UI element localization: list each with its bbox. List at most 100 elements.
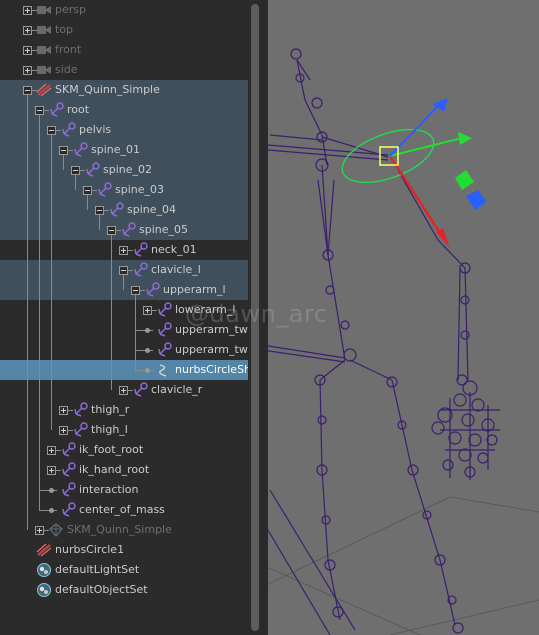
viewport-panel[interactable] bbox=[262, 0, 539, 635]
outliner-row-label: root bbox=[67, 103, 90, 116]
expand-icon[interactable] bbox=[119, 246, 128, 255]
collapse-icon[interactable] bbox=[107, 226, 116, 235]
outliner-row[interactable]: defaultObjectSet bbox=[0, 580, 248, 600]
tree-guide-line bbox=[63, 155, 64, 170]
tree-guide-line bbox=[87, 195, 88, 210]
outliner-row-label: thigh_l bbox=[91, 423, 128, 436]
outliner-row[interactable]: clavicle_l bbox=[0, 260, 248, 280]
tree-guide-line bbox=[39, 115, 40, 510]
outliner-row-label: lowerarm_l bbox=[175, 303, 236, 316]
outliner-row-label: persp bbox=[55, 3, 86, 16]
tree-connector bbox=[135, 370, 153, 371]
scrollbar-thumb[interactable] bbox=[251, 4, 259, 631]
outliner-row-label: defaultObjectSet bbox=[55, 583, 148, 596]
outliner-row[interactable]: spine_02 bbox=[0, 160, 248, 180]
outliner-row[interactable]: spine_01 bbox=[0, 140, 248, 160]
outliner-row-label: front bbox=[55, 43, 82, 56]
curve-shape-icon bbox=[156, 362, 172, 378]
outliner-row[interactable]: SKM_Quinn_Simple bbox=[0, 520, 248, 540]
outliner-row[interactable]: front bbox=[0, 40, 248, 60]
collapse-icon[interactable] bbox=[71, 166, 80, 175]
expand-icon[interactable] bbox=[23, 66, 32, 75]
outliner-row[interactable]: SKM_Quinn_Simple bbox=[0, 80, 248, 100]
tree-guide-line bbox=[27, 95, 28, 530]
outliner-row[interactable]: clavicle_r bbox=[0, 380, 248, 400]
outliner-row[interactable]: pelvis bbox=[0, 120, 248, 140]
collapse-icon[interactable] bbox=[35, 106, 44, 115]
outliner-row-label: spine_03 bbox=[115, 183, 165, 196]
joint-icon bbox=[156, 322, 172, 338]
leaf-dot bbox=[145, 348, 150, 353]
outliner-row-label: spine_01 bbox=[91, 143, 141, 156]
outliner-row-label: spine_05 bbox=[139, 223, 189, 236]
collapse-icon[interactable] bbox=[119, 266, 128, 275]
outliner-row-label: side bbox=[55, 63, 78, 76]
expand-icon[interactable] bbox=[143, 306, 152, 315]
viewport-divider[interactable] bbox=[262, 0, 268, 635]
ground-grid bbox=[262, 496, 539, 635]
outliner-row[interactable]: nurbsCircle1 bbox=[0, 540, 248, 560]
outliner-row[interactable]: thigh_r bbox=[0, 400, 248, 420]
expand-icon[interactable] bbox=[35, 526, 44, 535]
outliner-row[interactable]: persp bbox=[0, 0, 248, 20]
outliner-row[interactable]: upperarm_twi bbox=[0, 320, 248, 340]
outliner-row[interactable]: upperarm_twi bbox=[0, 340, 248, 360]
outliner-row[interactable]: upperarm_l bbox=[0, 280, 248, 300]
expand-icon[interactable] bbox=[59, 406, 68, 415]
outliner-row[interactable]: lowerarm_l bbox=[0, 300, 248, 320]
joint-icon bbox=[84, 162, 100, 178]
outliner-row-label: ik_foot_root bbox=[79, 443, 144, 456]
leaf-dot bbox=[145, 368, 150, 373]
transform-icon bbox=[36, 82, 52, 98]
collapse-icon[interactable] bbox=[23, 86, 32, 95]
outliner-row[interactable]: defaultLightSet bbox=[0, 560, 248, 580]
outliner-row[interactable]: interaction bbox=[0, 480, 248, 500]
outliner-row[interactable]: spine_04 bbox=[0, 200, 248, 220]
joint-icon bbox=[144, 282, 160, 298]
camera-icon bbox=[36, 42, 52, 58]
collapse-icon[interactable] bbox=[59, 146, 68, 155]
outliner-row[interactable]: nurbsCircleSh bbox=[0, 360, 248, 380]
outliner-row[interactable]: top bbox=[0, 20, 248, 40]
joint-icon bbox=[60, 122, 76, 138]
outliner-row-label: SKM_Quinn_Simple bbox=[67, 523, 172, 536]
joint-icon bbox=[60, 442, 76, 458]
collapse-icon[interactable] bbox=[131, 286, 140, 295]
outliner-row[interactable]: root bbox=[0, 100, 248, 120]
collapse-icon[interactable] bbox=[83, 186, 92, 195]
joint-icon bbox=[132, 242, 148, 258]
expand-icon[interactable] bbox=[119, 386, 128, 395]
tree-guide-line bbox=[111, 235, 112, 390]
outliner-row[interactable]: neck_01 bbox=[0, 240, 248, 260]
outliner-row[interactable]: spine_03 bbox=[0, 180, 248, 200]
viewport-scene[interactable] bbox=[262, 0, 539, 635]
outliner-row[interactable]: center_of_mass bbox=[0, 500, 248, 520]
joint-icon bbox=[72, 422, 88, 438]
outliner-row-label: thigh_r bbox=[91, 403, 130, 416]
expand-icon[interactable] bbox=[23, 6, 32, 15]
outliner-row[interactable]: thigh_l bbox=[0, 420, 248, 440]
expand-icon[interactable] bbox=[47, 466, 56, 475]
outliner-scrollbar[interactable] bbox=[248, 0, 262, 635]
outliner-row-label: neck_01 bbox=[151, 243, 197, 256]
expand-icon[interactable] bbox=[23, 26, 32, 35]
expand-icon[interactable] bbox=[47, 446, 56, 455]
outliner-row[interactable]: side bbox=[0, 60, 248, 80]
outliner-row[interactable]: spine_05 bbox=[0, 220, 248, 240]
outliner-row-label: defaultLightSet bbox=[55, 563, 140, 576]
outliner-row[interactable]: ik_foot_root bbox=[0, 440, 248, 460]
tree-guide-line bbox=[99, 215, 100, 230]
expand-icon[interactable] bbox=[23, 46, 32, 55]
camera-icon bbox=[36, 22, 52, 38]
leaf-dot bbox=[49, 488, 54, 493]
outliner-row[interactable]: ik_hand_root bbox=[0, 460, 248, 480]
tree-connector bbox=[39, 490, 57, 491]
outliner-row-label: center_of_mass bbox=[79, 503, 165, 516]
nurbs-circle bbox=[341, 128, 435, 184]
collapse-icon[interactable] bbox=[95, 206, 104, 215]
expand-icon[interactable] bbox=[59, 426, 68, 435]
outliner-row-label: nurbsCircle1 bbox=[55, 543, 125, 556]
collapse-icon[interactable] bbox=[47, 126, 56, 135]
joint-icon bbox=[96, 182, 112, 198]
camera-icon bbox=[36, 2, 52, 18]
